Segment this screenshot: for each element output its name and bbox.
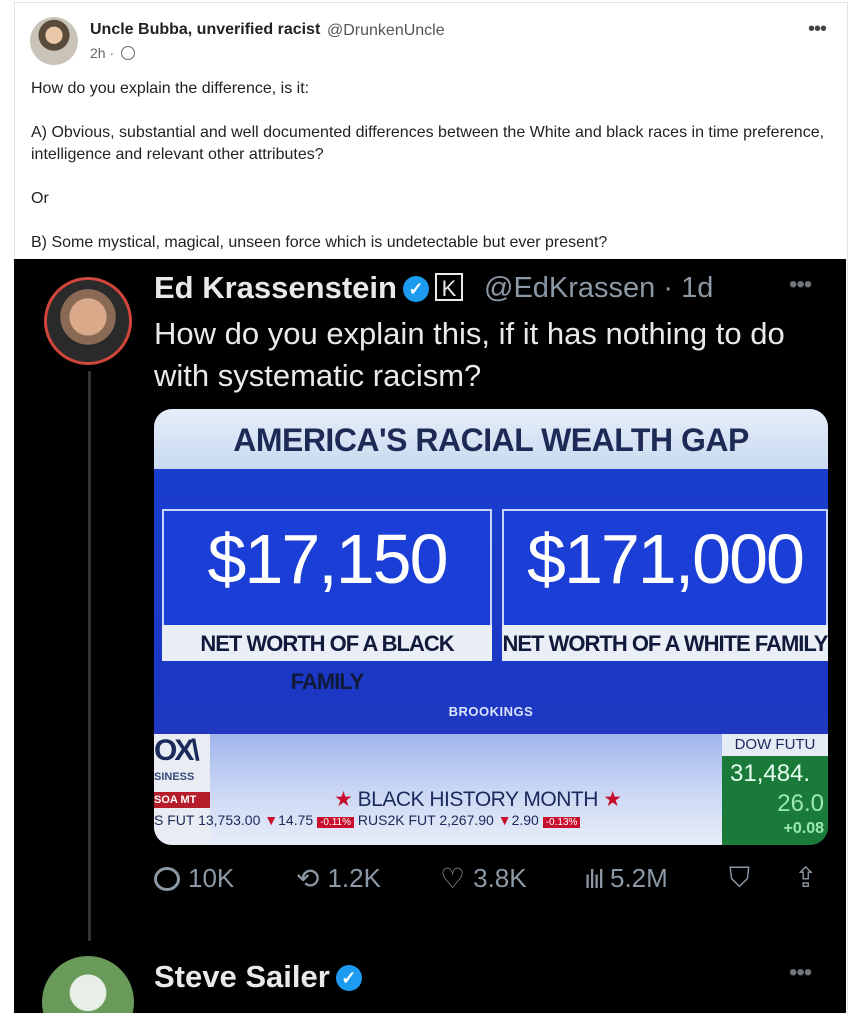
embedded-author-name: Ed Krassenstein ✓ K [154,270,463,306]
dow-pct: +0.08 [783,820,824,837]
post-paragraph: Or [31,190,49,207]
embedded-author-name-text: Ed Krassenstein [154,270,397,305]
star-icon: ★ [334,788,353,811]
graphic-title: AMERICA'S RACIAL WEALTH GAP [154,409,828,469]
heart-icon: ♡ [440,862,466,894]
embedded-screenshot[interactable]: Ed Krassenstein ✓ K @EdKrassen · 1d ••• Ho… [14,259,846,1013]
views-icon: ılıl [584,863,604,894]
post-body: How do you explain the difference, is it… [31,78,831,276]
post-time[interactable]: 2h · [90,45,114,61]
ticker-item: S FUT 13,753.00 [154,812,261,828]
embedded-author-handle: @EdKrassen · 1d [484,272,714,304]
embedded-avatar [44,277,132,365]
ticker-item: RUS2K FUT 2,267.90 [357,812,494,828]
repost-icon: ⟲ [296,862,320,894]
bookmark-action: ⛉ [729,863,750,893]
next-reply-author-text: Steve Sailer [154,959,330,994]
dow-box: DOW FUTU 31,484. 26.0 +0.08 [722,734,828,845]
author-name[interactable]: Uncle Bubba, unverified racist [90,21,320,39]
views-count: 5.2M [610,863,668,893]
down-arrow-icon: ▼ [497,812,512,828]
graphic-source: BROOKINGS [448,704,534,719]
repost-action: ⟲ 1.2K [296,863,381,894]
share-action: ⇪ [794,863,817,893]
repost-count: 1.2K [327,863,381,893]
black-family-value: $17,150 [207,520,448,598]
embedded-more-icon: ••• [789,271,812,298]
network-logo: OX\ SINESS SOA MT [154,734,210,845]
logo-text: OX\ [154,734,200,767]
dow-value: 31,484. [730,760,811,787]
share-icon: ⇪ [794,862,818,893]
white-family-box: $171,000 NET WORTH OF A WHITE FAMILY [502,509,828,661]
ticker-pill: -0.13% [542,817,581,828]
views-action: ılıl 5.2M [584,863,668,894]
k-badge-icon: K [434,273,463,301]
bookmark-icon: ⛉ [729,862,751,893]
logo-time: SOA MT [154,792,210,808]
verified-badge-icon: ✓ [335,965,362,991]
embedded-actions: 10K ⟲ 1.2K ♡ 3.8K ılıl 5.2M ⛉ ⇪ [154,863,834,899]
post-paragraph: A) Obvious, substantial and well documen… [31,124,825,163]
like-action: ♡ 3.8K [440,863,527,894]
author-handle[interactable]: @DrunkenUncle [327,22,445,40]
next-reply-avatar [42,956,134,1013]
reply-icon [154,866,180,891]
white-family-label: NET WORTH OF A WHITE FAMILY [502,625,828,661]
black-family-box: $17,150 NET WORTH OF A BLACK FAMILY [162,509,492,694]
banner-label: BLACK HISTORY MONTH [357,788,599,811]
tv-graphic: AMERICA'S RACIAL WEALTH GAP $17,150 NET … [154,409,828,845]
dow-change: 26.0 [777,790,824,817]
more-options-button[interactable]: ••• [808,18,827,41]
like-count: 3.8K [473,863,527,893]
ticker-item: 2.90 [511,812,539,828]
verified-badge-icon: ✓ [402,276,429,302]
black-family-label: NET WORTH OF A BLACK FAMILY [162,625,492,694]
post-paragraph: B) Some mystical, magical, unseen force … [31,234,608,251]
logo-sub: SINESS [154,771,195,783]
white-family-value: $171,000 [527,520,805,598]
ticker-text: S FUT 13,753.00 ▼14.75 -0.11% RUS2K FUT … [154,812,722,828]
author-avatar[interactable] [30,17,78,65]
reply-count: 10K [188,863,235,893]
next-reply-more-icon: ••• [789,959,812,986]
next-reply-author: Steve Sailer ✓ [154,959,362,995]
ticker-pill: -0.11% [317,817,355,828]
banner-text: ★ BLACK HISTORY MONTH ★ [334,787,622,812]
globe-icon [121,46,136,60]
ticker-item: 14.75 [278,812,314,828]
dow-title: DOW FUTU [722,734,828,756]
thread-line [88,371,91,941]
reply-action: 10K [154,863,234,894]
down-arrow-icon: ▼ [264,812,279,828]
embedded-tweet-text: How do you explain this, if it has nothi… [154,316,785,393]
post-meta: 2h · [90,45,136,61]
post-paragraph: How do you explain the difference, is it… [31,80,310,97]
star-icon: ★ [603,788,622,811]
